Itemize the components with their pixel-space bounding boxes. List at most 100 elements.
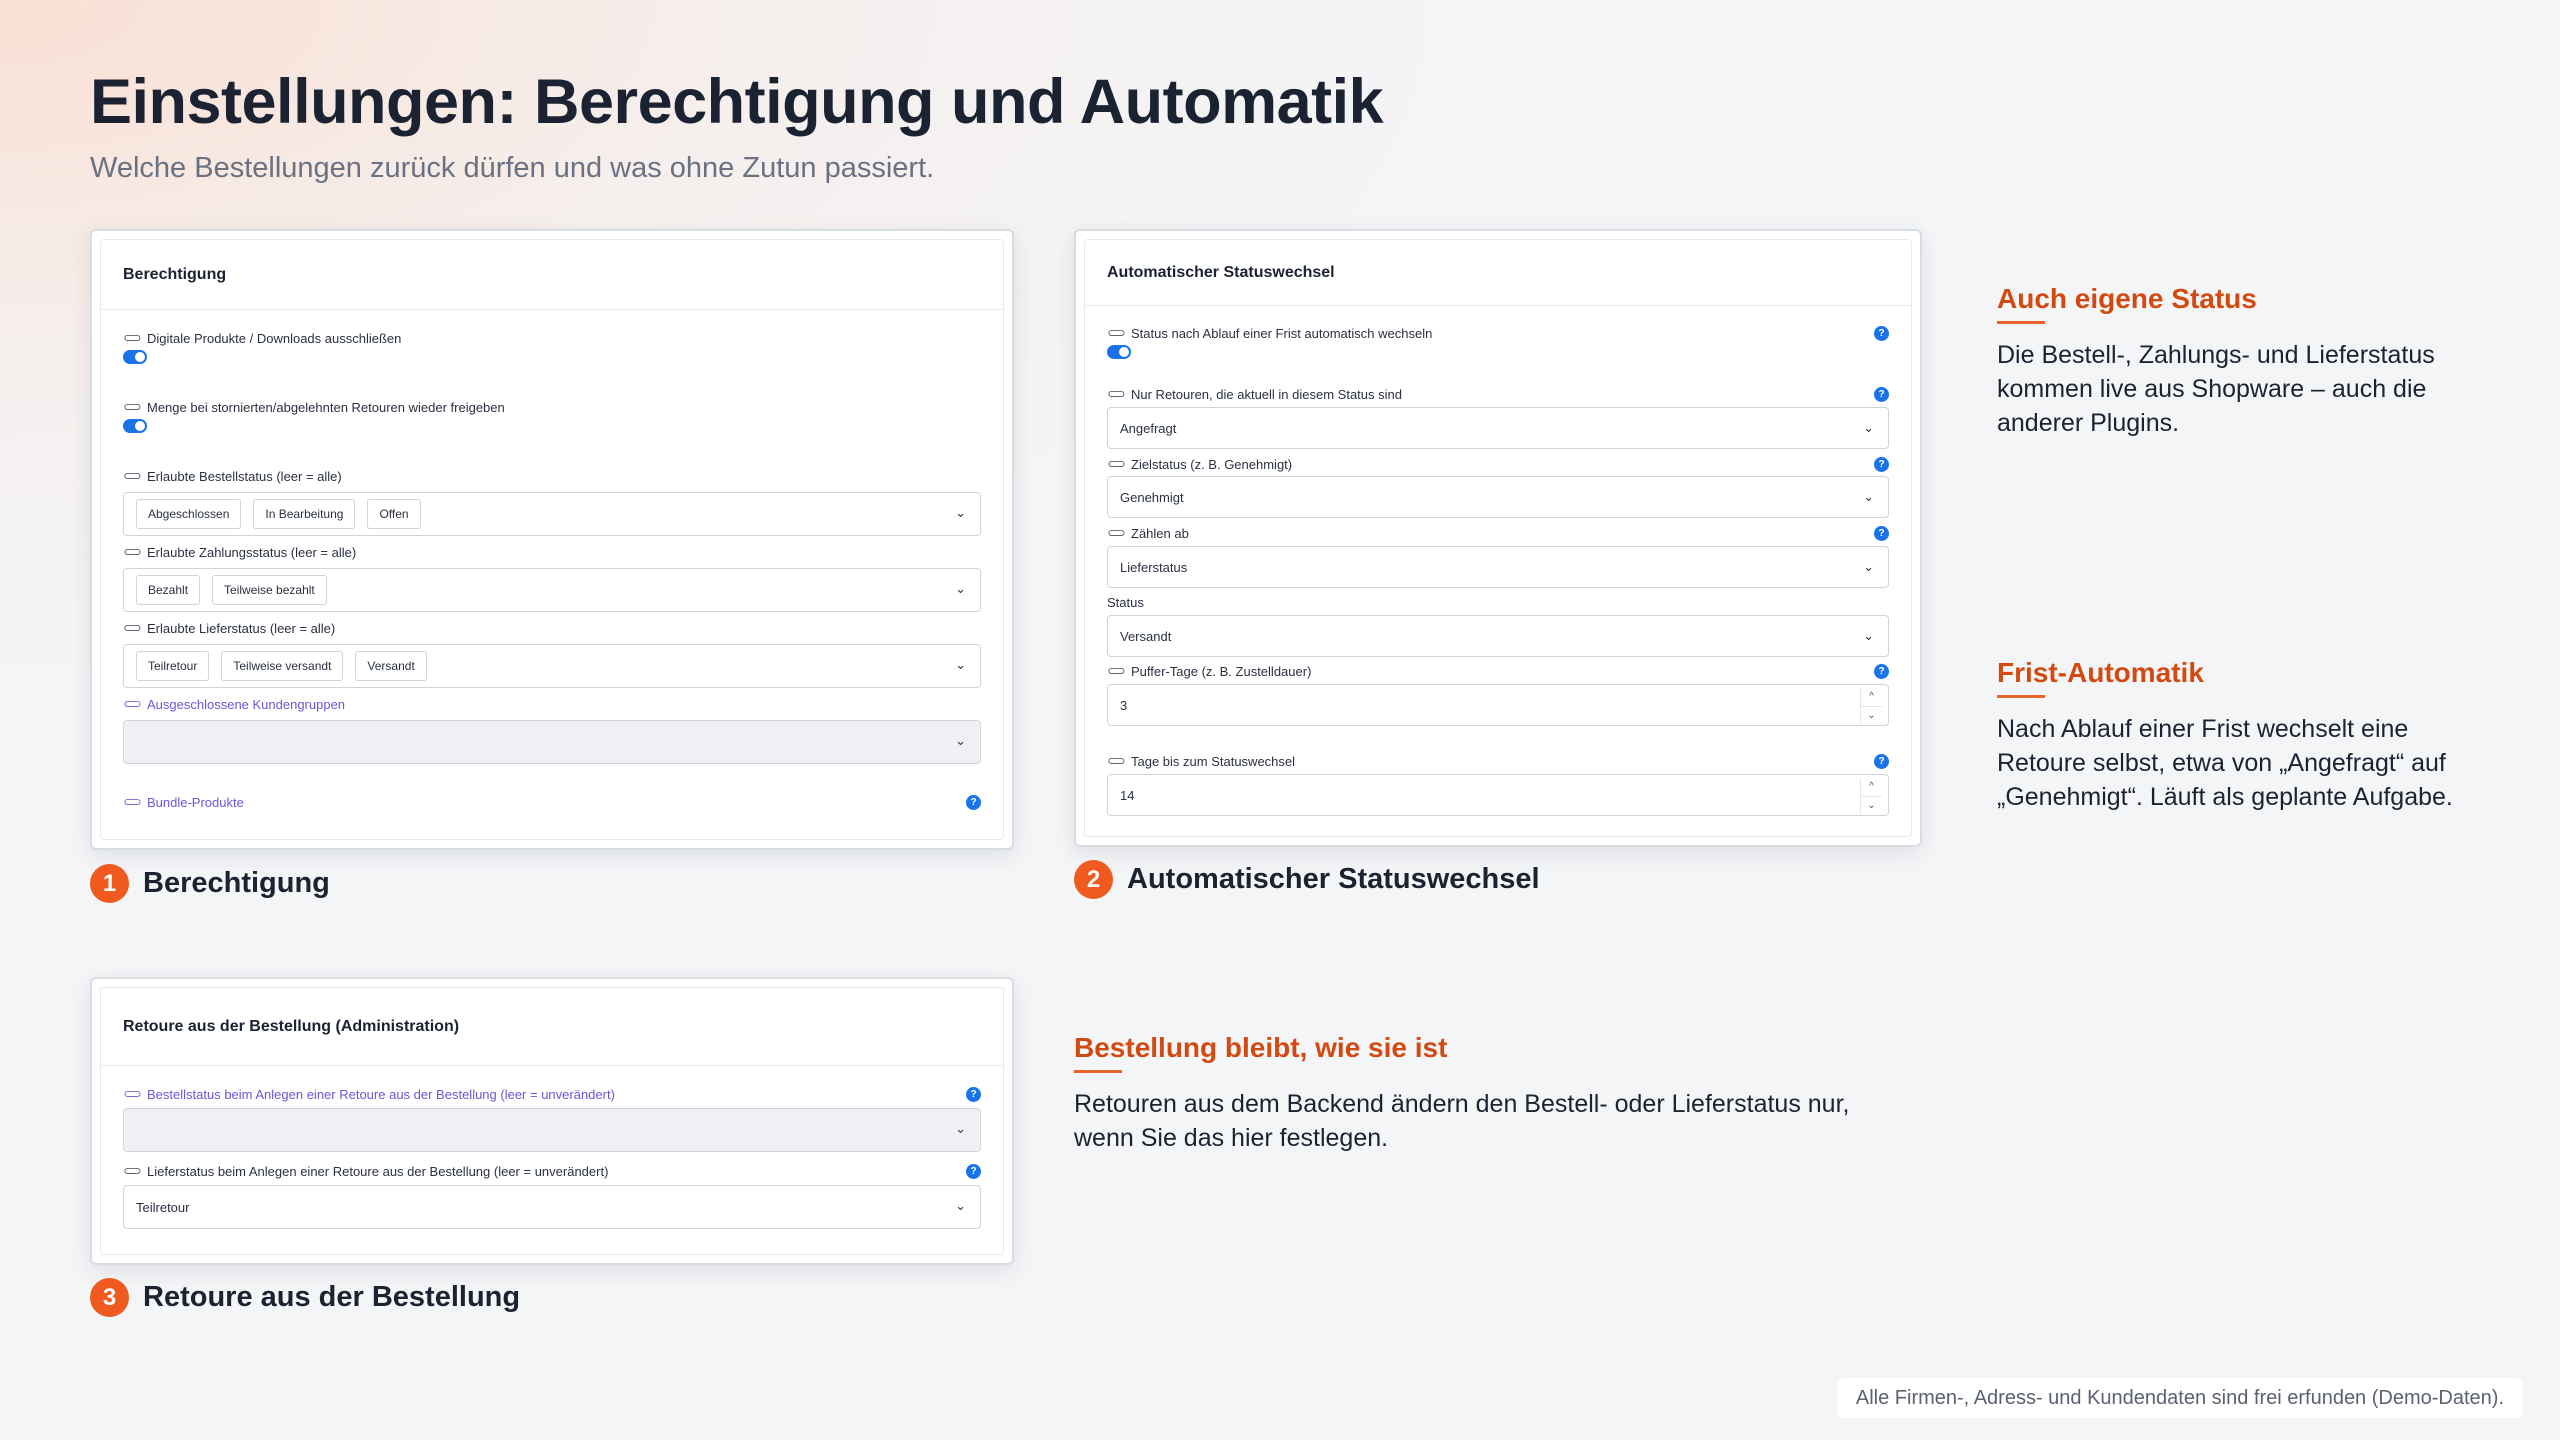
accent-bar [1997, 321, 2045, 324]
chip[interactable]: Teilweise versandt [221, 651, 344, 681]
number-badge: 2 [1074, 860, 1113, 899]
panel-header: Berechtigung [101, 240, 1003, 310]
link-icon: ⊂⊃ [1107, 325, 1126, 340]
link-icon: ⊂⊃ [123, 1086, 142, 1101]
chevron-down-icon[interactable]: ⌄ [1863, 559, 1874, 575]
admin-order-status-select[interactable]: ⌄ [123, 1108, 981, 1152]
note-text: Die Bestell-, Zahlungs- und Lieferstatus… [1997, 341, 2435, 437]
count-from-select[interactable]: Lieferstatus ⌄ [1107, 546, 1889, 588]
link-icon: ⊂⊃ [1107, 525, 1126, 540]
chevron-down-icon[interactable]: ⌄ [1863, 420, 1874, 436]
order-status-select[interactable]: Abgeschlossen In Bearbeitung Offen ⌄ [123, 492, 981, 536]
admin-order-status-label[interactable]: ⊂⊃ Bestellstatus beim Anlegen einer Reto… [123, 1086, 981, 1102]
toggle-auto-switch[interactable] [1107, 345, 1131, 359]
only-returns-select[interactable]: Angefragt ⌄ [1107, 407, 1889, 449]
note-title: Auch eigene Status [1997, 283, 2257, 314]
buffer-days-label: ⊂⊃ Puffer-Tage (z. B. Zustelldauer) ? [1107, 663, 1889, 679]
toggle-digital-products[interactable] [123, 350, 147, 364]
link-icon: ⊂⊃ [123, 544, 142, 559]
note-order-unchanged: Bestellung bleibt, wie sie ist Retouren … [1074, 1032, 1894, 1155]
chip[interactable]: Teilweise bezahlt [212, 575, 327, 605]
link-icon: ⊂⊃ [123, 330, 142, 345]
chevron-down-icon[interactable]: ⌄ [955, 1121, 966, 1137]
chip[interactable]: Offen [367, 499, 421, 529]
number-stepper[interactable]: ^ ⌄ [1860, 688, 1882, 724]
link-icon: ⊂⊃ [1107, 456, 1126, 471]
note-text: Retouren aus dem Backend ändern den Best… [1074, 1090, 1850, 1152]
only-returns-label: ⊂⊃ Nur Retouren, die aktuell in diesem S… [1107, 386, 1889, 402]
chip[interactable]: Abgeschlossen [136, 499, 242, 529]
days-until-switch-input[interactable]: 14 ^ ⌄ [1107, 774, 1889, 816]
help-icon[interactable]: ? [1874, 456, 1889, 472]
chip[interactable]: In Bearbeitung [253, 499, 356, 529]
order-return-panel: Retoure aus der Bestellung (Administrati… [90, 977, 1014, 1265]
auto-status-panel: Automatischer Statuswechsel ⊂⊃ Status na… [1074, 229, 1922, 847]
number-stepper[interactable]: ^ ⌄ [1860, 778, 1882, 814]
caption-2: 2 Automatischer Statuswechsel [1074, 860, 1540, 899]
panel-header: Automatischer Statuswechsel [1085, 240, 1911, 306]
caption-1: 1 Berechtigung [90, 864, 330, 903]
help-icon[interactable]: ? [966, 794, 981, 810]
target-status-select[interactable]: Genehmigt ⌄ [1107, 476, 1889, 518]
chevron-down-icon[interactable]: ⌄ [955, 581, 966, 597]
excluded-groups-label[interactable]: ⊂⊃ Ausgeschlossene Kundengruppen [123, 696, 981, 712]
link-icon: ⊂⊃ [123, 696, 142, 711]
status-select[interactable]: Versandt ⌄ [1107, 615, 1889, 657]
delivery-status-label: ⊂⊃ Erlaubte Lieferstatus (leer = alle) [123, 620, 336, 636]
note-title: Bestellung bleibt, wie sie ist [1074, 1032, 1448, 1063]
chevron-up-icon[interactable]: ^ [1861, 688, 1882, 707]
admin-delivery-status-label: ⊂⊃ Lieferstatus beim Anlegen einer Retou… [123, 1163, 981, 1179]
chevron-down-icon[interactable]: ⌄ [1863, 628, 1874, 644]
chevron-down-icon[interactable]: ⌄ [1861, 707, 1882, 725]
help-icon[interactable]: ? [1874, 525, 1889, 541]
excluded-groups-select[interactable]: ⌄ [123, 720, 981, 764]
chevron-down-icon[interactable]: ⌄ [955, 505, 966, 521]
panel-header: Retoure aus der Bestellung (Administrati… [101, 988, 1003, 1066]
chip[interactable]: Bezahlt [136, 575, 201, 605]
chevron-up-icon[interactable]: ^ [1861, 778, 1882, 797]
help-icon[interactable]: ? [1874, 325, 1889, 341]
demo-data-disclaimer: Alle Firmen-, Adress- und Kundendaten si… [1837, 1378, 2522, 1418]
status-label: Status [1107, 595, 1144, 610]
caption-3: 3 Retoure aus der Bestellung [90, 1278, 520, 1317]
chevron-down-icon[interactable]: ⌄ [955, 733, 966, 749]
help-icon[interactable]: ? [1874, 663, 1889, 679]
chevron-down-icon[interactable]: ⌄ [955, 657, 966, 673]
number-badge: 3 [90, 1278, 129, 1317]
permission-panel: Berechtigung ⊂⊃ Digitale Produkte / Down… [90, 229, 1014, 850]
link-icon: ⊂⊃ [123, 399, 142, 414]
link-icon: ⊂⊃ [1107, 386, 1126, 401]
chevron-down-icon[interactable]: ⌄ [955, 1198, 966, 1214]
payment-status-label: ⊂⊃ Erlaubte Zahlungsstatus (leer = alle) [123, 544, 357, 560]
toggle-release-quantity[interactable] [123, 419, 147, 433]
delivery-status-select[interactable]: Teilretour Teilweise versandt Versandt ⌄ [123, 644, 981, 688]
note-deadline-automation: Frist-Automatik Nach Ablauf einer Frist … [1997, 657, 2502, 814]
help-icon[interactable]: ? [966, 1086, 981, 1102]
auto-switch-label: ⊂⊃ Status nach Ablauf einer Frist automa… [1107, 325, 1889, 341]
bundle-products-label[interactable]: ⊂⊃ Bundle-Produkte ? [123, 794, 981, 810]
link-icon: ⊂⊃ [123, 1163, 142, 1178]
help-icon[interactable]: ? [1874, 386, 1889, 402]
page-title: Einstellungen: Berechtigung und Automati… [90, 67, 1384, 137]
page-subtitle: Welche Bestellungen zurück dürfen und wa… [90, 152, 935, 184]
order-status-label: ⊂⊃ Erlaubte Bestellstatus (leer = alle) [123, 468, 342, 484]
accent-bar [1997, 695, 2045, 698]
note-text: Nach Ablauf einer Frist wechselt eine Re… [1997, 715, 2453, 811]
toggle-label-digital: ⊂⊃ Digitale Produkte / Downloads ausschl… [123, 330, 402, 346]
chip[interactable]: Versandt [355, 651, 427, 681]
days-until-switch-label: ⊂⊃ Tage bis zum Statuswechsel ? [1107, 753, 1889, 769]
buffer-days-input[interactable]: 3 ^ ⌄ [1107, 684, 1889, 726]
link-icon: ⊂⊃ [1107, 753, 1126, 768]
link-icon: ⊂⊃ [123, 620, 142, 635]
payment-status-select[interactable]: Bezahlt Teilweise bezahlt ⌄ [123, 568, 981, 612]
number-badge: 1 [90, 864, 129, 903]
note-title: Frist-Automatik [1997, 657, 2204, 688]
chevron-down-icon[interactable]: ⌄ [1863, 489, 1874, 505]
link-icon: ⊂⊃ [1107, 663, 1126, 678]
admin-delivery-status-select[interactable]: Teilretour ⌄ [123, 1185, 981, 1229]
accent-bar [1074, 1070, 1122, 1073]
help-icon[interactable]: ? [966, 1163, 981, 1179]
chevron-down-icon[interactable]: ⌄ [1861, 797, 1882, 815]
chip[interactable]: Teilretour [136, 651, 210, 681]
help-icon[interactable]: ? [1874, 753, 1889, 769]
